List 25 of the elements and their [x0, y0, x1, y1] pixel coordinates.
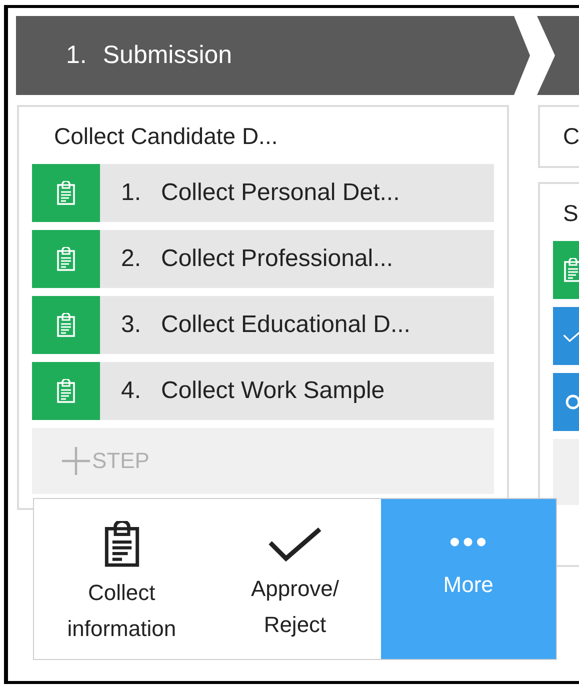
step-label: Collect Work Sample [161, 377, 385, 405]
step-label: Collect Professional... [161, 245, 394, 273]
process-title[interactable]: S [553, 184, 579, 233]
step-row[interactable]: 2. Collect Professional... [32, 230, 494, 288]
step-number: 3. [121, 311, 142, 339]
stage-header[interactable]: 1. Submission [16, 16, 530, 95]
process-title[interactable]: C [553, 107, 579, 156]
clipboard-icon [56, 379, 76, 403]
stage-name: Submission [102, 41, 232, 70]
step-number: 2. [121, 245, 142, 273]
step-label: Collect Personal Det... [161, 179, 400, 207]
clipboard-icon [56, 181, 76, 205]
step-number: 4. [121, 377, 142, 405]
clipboard-icon [56, 313, 76, 337]
clipboard-icon [563, 258, 579, 282]
step-number: 1. [121, 179, 142, 207]
step-row[interactable]: 3. Collect Educational D... [32, 296, 494, 354]
stage-number: 1. [66, 41, 87, 70]
plus-icon [62, 447, 90, 475]
step-row[interactable]: 1. Collect Personal Det... [32, 164, 494, 222]
step-row[interactable]: 4. Collect Work Sample [32, 362, 494, 420]
more-icon [449, 535, 488, 549]
process-title[interactable]: Collect Candidate D... [32, 107, 494, 156]
clipboard-icon [56, 247, 76, 271]
step-label: Collect Educational D... [161, 311, 410, 339]
